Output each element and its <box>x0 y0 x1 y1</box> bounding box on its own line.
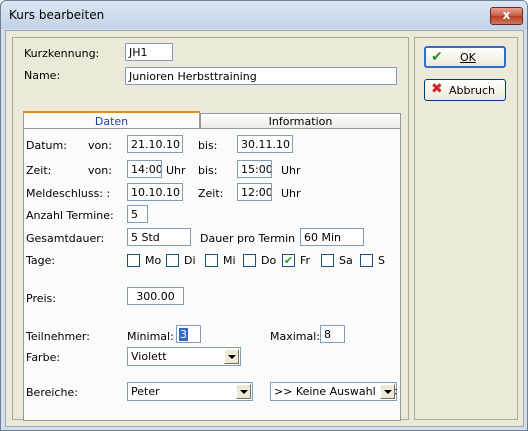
checkbox-mo-label: Mo <box>145 254 162 267</box>
minimal-value: 3 <box>179 328 188 341</box>
window-title: Kurs bearbeiten <box>9 8 105 22</box>
name-input[interactable]: Junioren Herbsttraining <box>125 67 397 85</box>
right-panel: ✔ OK ✖ Abbruch <box>414 37 518 420</box>
bereiche-label: Bereiche: <box>26 386 78 399</box>
checkmark-icon: ✔ <box>283 254 294 267</box>
zeit-bis-uhr: Uhr <box>281 164 301 177</box>
bereich2-select[interactable]: >> Keine Auswahl << <box>270 382 398 401</box>
checkbox-mi-label: Mi <box>223 254 236 267</box>
bereich1-select[interactable]: Peter <box>127 382 253 401</box>
checkbox-di[interactable] <box>166 254 179 267</box>
zeit-von-input[interactable]: 14:00 <box>127 160 162 178</box>
meldeschluss-input[interactable]: 10.10.10 <box>127 183 183 201</box>
farbe-value: Violett <box>131 350 167 363</box>
close-button[interactable]: x <box>490 7 523 25</box>
tab-daten-label: Daten <box>94 115 129 128</box>
bereich1-value: Peter <box>131 385 160 398</box>
chevron-down-icon[interactable] <box>380 384 395 399</box>
gesamtdauer-label: Gesamtdauer: <box>26 232 105 245</box>
datum-bis-input[interactable]: 30.11.10 <box>237 135 293 153</box>
check-icon: ✔ <box>431 49 443 65</box>
minimal-input[interactable]: 3 <box>176 325 201 343</box>
dauer-pro-termin-label: Dauer pro Termin <box>200 232 296 245</box>
chevron-down-icon[interactable] <box>224 349 239 364</box>
cancel-x-icon: ✖ <box>431 81 443 97</box>
checkbox-so-label: S· <box>378 254 386 267</box>
teilnehmer-label: Teilnehmer: <box>26 330 90 343</box>
anzahl-termine-input[interactable]: 5 <box>127 205 148 223</box>
checkbox-do-label: Do <box>261 254 277 267</box>
kurzkennung-label: Kurzkennung: <box>24 47 100 60</box>
meldeschluss-uhr: Uhr <box>281 187 301 200</box>
maximal-label: Maximal: <box>270 330 321 343</box>
checkbox-fr[interactable]: ✔ <box>282 254 295 267</box>
zeit-label: Zeit: <box>26 164 52 177</box>
name-label: Name: <box>24 69 61 82</box>
meldeschluss-zeit-input[interactable]: 12:00 <box>237 183 272 201</box>
zeit-bis-label: bis: <box>198 164 218 177</box>
dauer-pro-termin-input[interactable]: 60 Min <box>300 228 364 246</box>
preis-label: Preis: <box>26 292 56 305</box>
preis-input[interactable]: 300.00 <box>127 287 184 305</box>
title-bar[interactable]: Kurs bearbeiten x <box>1 1 527 29</box>
checkbox-do[interactable] <box>243 254 256 267</box>
kurzkennung-input[interactable]: JH1 <box>125 43 173 61</box>
checkbox-so[interactable] <box>360 254 373 267</box>
tage-label: Tage: <box>26 254 56 267</box>
maximal-input[interactable]: 8 <box>320 325 345 343</box>
anzahl-termine-label: Anzahl Termine: <box>26 209 114 222</box>
minimal-label: Minimal: <box>127 330 174 343</box>
ok-button[interactable]: ✔ OK <box>424 46 506 68</box>
zeit-von-label: von: <box>88 164 112 177</box>
dialog-window: Kurs bearbeiten x Kurzkennung: JH1 Name:… <box>0 0 528 431</box>
abbruch-button-label: Abbruch <box>449 84 496 97</box>
zeit-von-uhr: Uhr <box>166 164 186 177</box>
farbe-select[interactable]: Violett <box>127 347 241 366</box>
chevron-down-icon[interactable] <box>236 384 251 399</box>
tab-daten[interactable]: Daten <box>23 111 200 129</box>
tab-information-label: Information <box>268 115 333 128</box>
checkbox-di-label: Di <box>184 254 196 267</box>
left-panel: Kurzkennung: JH1 Name: Junioren Herbsttr… <box>12 37 409 421</box>
meldeschluss-label: Meldeschluss: : <box>26 187 111 200</box>
checkbox-sa[interactable] <box>321 254 334 267</box>
checkbox-mi[interactable] <box>205 254 218 267</box>
meldeschluss-zeit-label: Zeit: <box>198 187 224 200</box>
abbruch-button[interactable]: ✖ Abbruch <box>424 79 506 101</box>
dialog-body: Kurzkennung: JH1 Name: Junioren Herbsttr… <box>5 30 524 427</box>
zeit-bis-input[interactable]: 15:00 <box>237 160 272 178</box>
datum-label: Datum: <box>26 139 67 152</box>
datum-von-label: von: <box>88 139 112 152</box>
datum-bis-label: bis: <box>198 139 218 152</box>
checkbox-sa-label: Sa <box>339 254 353 267</box>
datum-von-input[interactable]: 21.10.10 <box>127 135 183 153</box>
tab-information[interactable]: Information <box>200 113 401 128</box>
farbe-label: Farbe: <box>26 351 61 364</box>
checkbox-mo[interactable] <box>127 254 140 267</box>
close-icon: x <box>502 8 511 22</box>
gesamtdauer-input[interactable]: 5 Std <box>127 228 191 246</box>
ok-button-label: OK <box>460 51 476 64</box>
checkbox-fr-label: Fr <box>300 254 311 267</box>
tab-panel-daten: Datum: von: 21.10.10 bis: 30.11.10 Zeit:… <box>23 128 401 421</box>
